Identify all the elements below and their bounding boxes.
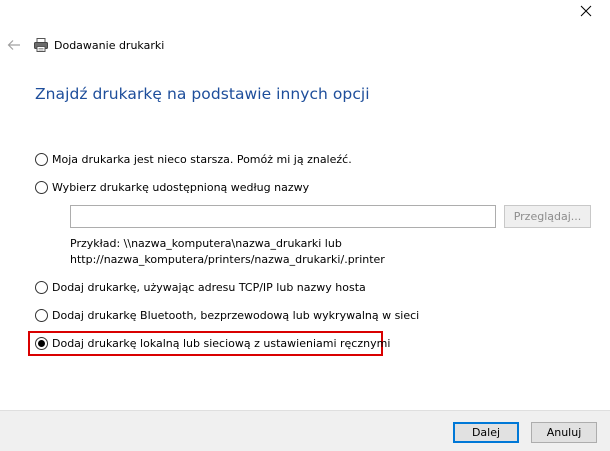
browse-button[interactable]: Przeglądaj... (504, 205, 591, 228)
back-button[interactable] (6, 37, 22, 53)
page-heading: Znajdź drukarkę na podstawie innych opcj… (35, 85, 370, 103)
radio-older-printer[interactable] (35, 152, 48, 166)
option-local-manual[interactable]: Dodaj drukarkę lokalną lub sieciową z us… (35, 335, 390, 351)
option-shared-by-name[interactable]: Wybierz drukarkę udostępnioną według naz… (35, 179, 309, 195)
radio-local-manual[interactable] (35, 336, 48, 350)
cancel-button[interactable]: Anuluj (531, 422, 597, 443)
close-icon (580, 5, 592, 17)
radio-bluetooth-wireless[interactable] (35, 308, 48, 322)
window-title: Dodawanie drukarki (54, 38, 165, 52)
option-label: Dodaj drukarkę Bluetooth, bezprzewodową … (52, 308, 420, 322)
option-bluetooth-wireless[interactable]: Dodaj drukarkę Bluetooth, bezprzewodową … (35, 307, 419, 323)
title-row: Dodawanie drukarki (6, 36, 164, 54)
option-label: Moja drukarka jest nieco starsza. Pomóż … (52, 152, 352, 166)
printer-name-input[interactable] (70, 205, 496, 228)
radio-shared-by-name[interactable] (35, 180, 48, 194)
option-label: Dodaj drukarkę lokalną lub sieciową z us… (52, 336, 391, 350)
example-line-2: http://nazwa_komputera/printers/nazwa_dr… (70, 253, 385, 266)
option-tcpip[interactable]: Dodaj drukarkę, używając adresu TCP/IP l… (35, 279, 366, 295)
close-button[interactable] (578, 3, 594, 19)
back-arrow-icon (7, 40, 20, 50)
option-label: Wybierz drukarkę udostępnioną według naz… (52, 180, 310, 194)
option-label: Dodaj drukarkę, używając adresu TCP/IP l… (52, 280, 366, 294)
option-older-printer[interactable]: Moja drukarka jest nieco starsza. Pomóż … (35, 151, 352, 167)
example-text: Przykład: \\nazwa_komputera\nazwa_drukar… (70, 236, 385, 268)
example-line-1: Przykład: \\nazwa_komputera\nazwa_drukar… (70, 237, 342, 250)
printer-icon (34, 38, 48, 52)
next-button[interactable]: Dalej (453, 422, 519, 443)
radio-tcpip[interactable] (35, 280, 48, 294)
